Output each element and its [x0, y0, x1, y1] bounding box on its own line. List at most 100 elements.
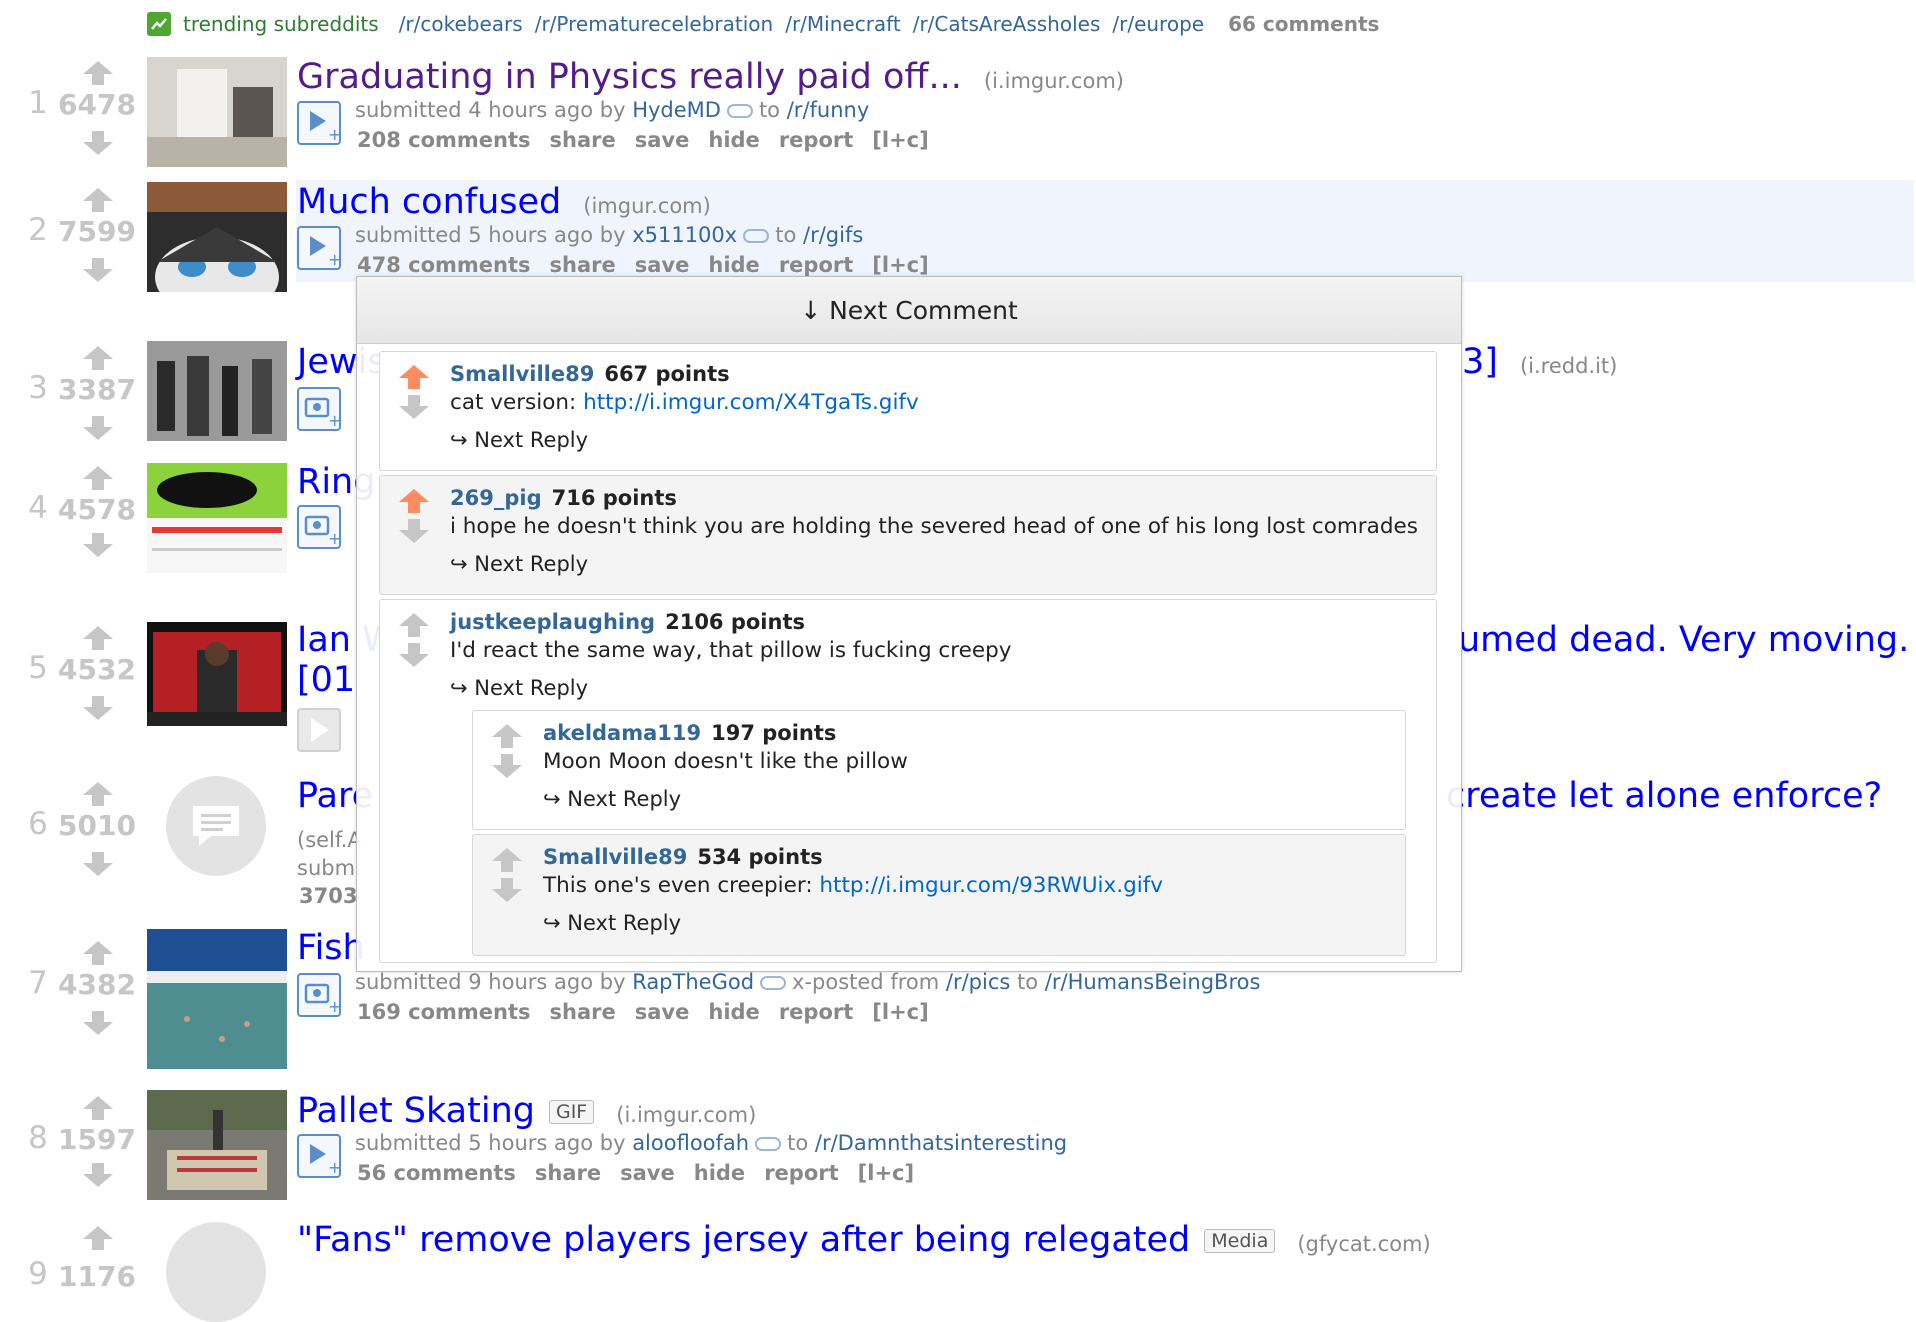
- user-tag-icon[interactable]: [743, 229, 770, 243]
- lc-button[interactable]: [l+c]: [872, 1000, 928, 1024]
- next-reply-button[interactable]: ↪ Next Reply: [450, 552, 588, 576]
- post-title-tail[interactable]: 3] (i.redd.it): [1462, 342, 1617, 382]
- share-button[interactable]: share: [550, 253, 616, 277]
- comment-link[interactable]: http://i.imgur.com/93RWUix.gifv: [819, 873, 1163, 898]
- next-comment-button[interactable]: ↓ Next Comment: [357, 277, 1461, 344]
- next-reply-button[interactable]: ↪ Next Reply: [450, 428, 588, 452]
- upvote-arrow-icon[interactable]: [491, 723, 523, 779]
- post-domain[interactable]: (gfycat.com): [1297, 1232, 1430, 1256]
- comments-button[interactable]: 56 comments: [357, 1161, 516, 1185]
- next-reply-button[interactable]: ↪ Next Reply: [543, 787, 681, 811]
- post-author[interactable]: RapTheGod: [632, 970, 754, 994]
- post-title-text[interactable]: Graduating in Physics really paid off...: [297, 57, 962, 97]
- expando-video-button[interactable]: [297, 708, 341, 752]
- expando-video-button[interactable]: +: [297, 1134, 341, 1178]
- post-thumbnail[interactable]: [147, 929, 287, 1069]
- post-author[interactable]: HydeMD: [632, 98, 721, 122]
- post-thumbnail[interactable]: [147, 341, 287, 451]
- report-button[interactable]: report: [764, 1161, 838, 1185]
- post-subreddit[interactable]: /r/Damnthatsinteresting: [815, 1131, 1067, 1155]
- post-domain[interactable]: (i.imgur.com): [616, 1103, 756, 1127]
- downvote-arrow-icon[interactable]: [82, 257, 114, 283]
- post-subreddit[interactable]: /r/gifs: [803, 223, 863, 247]
- upvote-arrow-icon[interactable]: [82, 1095, 114, 1121]
- upvote-arrow-icon[interactable]: [82, 781, 114, 807]
- upvote-arrow-icon[interactable]: [82, 465, 114, 491]
- expando-video-button[interactable]: +: [297, 226, 341, 270]
- comment-author[interactable]: 269_pig: [450, 486, 542, 510]
- next-reply-button[interactable]: ↪ Next Reply: [450, 676, 588, 700]
- downvote-arrow-icon[interactable]: [82, 1162, 114, 1188]
- post-subreddit[interactable]: /r/funny: [787, 98, 870, 122]
- comment-link[interactable]: http://i.imgur.com/X4TgaTs.gifv: [583, 390, 919, 415]
- share-button[interactable]: share: [535, 1161, 601, 1185]
- trending-sub-link[interactable]: /r/CatsAreAssholes: [913, 12, 1101, 36]
- comment-author[interactable]: Smallville89: [543, 845, 687, 869]
- lc-button[interactable]: [l+c]: [872, 128, 928, 152]
- expando-image-button[interactable]: +: [297, 505, 341, 549]
- post-thumbnail[interactable]: [147, 1090, 287, 1200]
- post-domain[interactable]: (imgur.com): [583, 194, 711, 218]
- downvote-arrow-icon[interactable]: [82, 695, 114, 721]
- hide-button[interactable]: hide: [694, 1161, 745, 1185]
- expando-image-button[interactable]: +: [297, 973, 341, 1017]
- upvote-arrow-icon[interactable]: [82, 625, 114, 651]
- hide-button[interactable]: hide: [708, 253, 759, 277]
- save-button[interactable]: save: [635, 128, 690, 152]
- save-button[interactable]: save: [635, 253, 690, 277]
- upvote-arrow-icon[interactable]: [82, 187, 114, 213]
- downvote-arrow-icon[interactable]: [82, 851, 114, 877]
- lc-button[interactable]: [l+c]: [872, 253, 928, 277]
- report-button[interactable]: report: [779, 128, 853, 152]
- trending-sub-link[interactable]: /r/Prematurecelebration: [535, 12, 774, 36]
- post-title-tail[interactable]: create let alone enforce?: [1446, 776, 1882, 816]
- hide-button[interactable]: hide: [708, 128, 759, 152]
- lc-button[interactable]: [l+c]: [858, 1161, 914, 1185]
- post-title[interactable]: Fish: [297, 928, 365, 968]
- upvote-arrow-icon[interactable]: [82, 1225, 114, 1251]
- post-title[interactable]: "Fans" remove players jersey after being…: [297, 1220, 1431, 1260]
- post-title[interactable]: Much confused (imgur.com): [297, 182, 711, 222]
- upvote-arrow-icon[interactable]: [398, 364, 430, 420]
- expando-image-button[interactable]: +: [297, 387, 341, 431]
- upvote-arrow-icon[interactable]: [82, 60, 114, 86]
- comment-author[interactable]: akeldama119: [543, 721, 701, 745]
- post-title[interactable]: Pallet Skating GIF (i.imgur.com): [297, 1091, 756, 1131]
- trending-sub-link[interactable]: /r/cokebears: [399, 12, 523, 36]
- comments-button[interactable]: 208 comments: [357, 128, 531, 152]
- comments-button[interactable]: 478 comments: [357, 253, 531, 277]
- user-tag-icon[interactable]: [726, 104, 753, 118]
- save-button[interactable]: save: [620, 1161, 675, 1185]
- post-title-text[interactable]: Much confused: [297, 182, 561, 222]
- downvote-arrow-icon[interactable]: [82, 1010, 114, 1036]
- upvote-arrow-icon[interactable]: [398, 612, 430, 668]
- user-tag-icon[interactable]: [760, 976, 787, 990]
- post-author[interactable]: x511100x: [632, 223, 737, 247]
- post-thumbnail[interactable]: [147, 57, 287, 167]
- downvote-arrow-icon[interactable]: [82, 415, 114, 441]
- downvote-arrow-icon[interactable]: [82, 130, 114, 156]
- trending-sub-link[interactable]: /r/europe: [1112, 12, 1204, 36]
- save-button[interactable]: save: [635, 1000, 690, 1024]
- user-tag-icon[interactable]: [755, 1137, 782, 1151]
- trending-sub-link[interactable]: /r/Minecraft: [785, 12, 901, 36]
- post-domain[interactable]: (i.imgur.com): [984, 69, 1124, 93]
- report-button[interactable]: report: [779, 1000, 853, 1024]
- share-button[interactable]: share: [550, 128, 616, 152]
- post-thumbnail[interactable]: [147, 182, 287, 292]
- next-reply-button[interactable]: ↪ Next Reply: [543, 911, 681, 935]
- post-subreddit[interactable]: /r/HumansBeingBros: [1045, 970, 1261, 994]
- hide-button[interactable]: hide: [708, 1000, 759, 1024]
- comments-button[interactable]: 169 comments: [357, 1000, 531, 1024]
- post-title[interactable]: Graduating in Physics really paid off...…: [297, 57, 1124, 97]
- post-xposted-sub[interactable]: /r/pics: [946, 970, 1010, 994]
- upvote-arrow-icon[interactable]: [398, 488, 430, 544]
- comments-button-partial[interactable]: 3703: [299, 884, 357, 908]
- post-author[interactable]: aloofloofah: [632, 1131, 749, 1155]
- post-title-tail[interactable]: umed dead. Very moving. -: [1458, 620, 1916, 660]
- post-thumbnail[interactable]: [147, 463, 287, 573]
- share-button[interactable]: share: [550, 1000, 616, 1024]
- upvote-arrow-icon[interactable]: [82, 345, 114, 371]
- downvote-arrow-icon[interactable]: [82, 532, 114, 558]
- report-button[interactable]: report: [779, 253, 853, 277]
